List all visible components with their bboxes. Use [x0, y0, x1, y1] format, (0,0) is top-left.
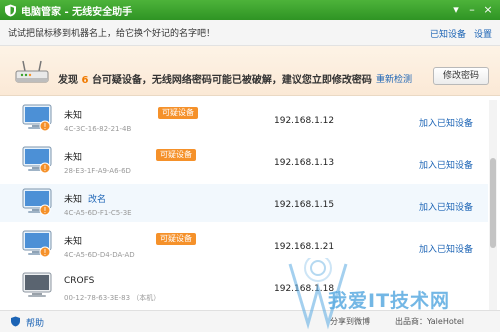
device-name[interactable]: 未知 [64, 234, 82, 247]
suspicious-badge: 可疑设备 [156, 149, 196, 161]
footer-bar: 帮助 分享到微博 出品商：YaleHotel [0, 310, 500, 332]
maker-label: 出品商：YaleHotel [395, 317, 465, 326]
device-name[interactable]: 未知 [64, 108, 82, 121]
device-ip: 192.168.1.15 [274, 200, 335, 210]
suspicious-count: 6 [81, 75, 89, 86]
router-icon [14, 57, 50, 87]
close-button[interactable]: × [480, 2, 496, 18]
warning-monitor-icon: ! [22, 146, 54, 176]
pc-manager-logo-icon [4, 4, 17, 17]
warning-monitor-icon: ! [22, 188, 54, 218]
suspicious-badge: 可疑设备 [156, 233, 196, 245]
warning-monitor-icon: ! [22, 104, 54, 134]
add-known-device-link[interactable]: 加入已知设备 [419, 158, 473, 171]
monitor-icon [22, 272, 54, 302]
menu-dropdown-button[interactable]: ▾ [448, 2, 464, 18]
scrollbar-thumb[interactable] [490, 158, 496, 248]
svg-text:!: ! [43, 206, 46, 215]
minimize-button[interactable]: – [464, 2, 480, 18]
share-weibo-link[interactable]: 分享到微博 [330, 316, 370, 327]
device-row[interactable]: ! 未知 28-E3-1F-A9-A6-6D 可疑设备 192.168.1.13… [0, 142, 488, 180]
device-mac: 00-12-78-63-3E-83 （本机） [64, 294, 161, 302]
svg-text:!: ! [43, 164, 46, 173]
window-title: 电脑管家 - 无线安全助手 [21, 6, 133, 18]
device-ip: 192.168.1.18 [274, 284, 335, 294]
svg-text:!: ! [43, 122, 46, 131]
device-list-scrollbar[interactable] [489, 100, 497, 310]
device-ip: 192.168.1.21 [274, 242, 335, 252]
device-mac: 4C-A5-6D-F1-C5-3E [64, 209, 132, 217]
device-ip: 192.168.1.12 [274, 116, 335, 126]
device-mac: 4C-3C-16-82-21-4B [64, 125, 132, 133]
suspicious-badge: 可疑设备 [158, 107, 198, 119]
device-ip: 192.168.1.13 [274, 158, 335, 168]
device-name[interactable]: 未知 [64, 192, 82, 205]
rename-link[interactable]: 改名 [88, 192, 106, 205]
device-row[interactable]: ! 未知 4C-A5-6D-D4-DA-AD 可疑设备 192.168.1.21… [0, 226, 488, 264]
device-name[interactable]: CROFS [64, 276, 94, 286]
rename-hint-text: 试试把鼠标移到机器名上，给它换个好记的名字吧！ [8, 29, 216, 39]
device-row[interactable]: CROFS 00-12-78-63-3E-83 （本机） 192.168.1.1… [0, 268, 488, 306]
suspicious-devices-message: 发现 6 台可疑设备，无线网络密码可能已被破解，建议您立即修改密码 [58, 71, 372, 86]
device-list: ! 未知 4C-3C-16-82-21-4B 可疑设备 192.168.1.12… [0, 100, 488, 310]
device-name[interactable]: 未知 [64, 150, 82, 163]
change-password-button[interactable]: 修改密码 [433, 67, 489, 85]
device-row[interactable]: ! 未知 改名 4C-A5-6D-F1-C5-3E 192.168.1.15 加… [0, 184, 488, 222]
hint-bar: 试试把鼠标移到机器名上，给它换个好记的名字吧！ 已知设备 设置 [0, 20, 500, 46]
warning-banner: 发现 6 台可疑设备，无线网络密码可能已被破解，建议您立即修改密码 重新检测 修… [0, 46, 500, 96]
warning-monitor-icon: ! [22, 230, 54, 260]
add-known-device-link[interactable]: 加入已知设备 [419, 200, 473, 213]
message-prefix: 发现 [58, 75, 78, 86]
add-known-device-link[interactable]: 加入已知设备 [419, 242, 473, 255]
device-row[interactable]: ! 未知 4C-3C-16-82-21-4B 可疑设备 192.168.1.12… [0, 100, 488, 138]
svg-text:!: ! [43, 248, 46, 257]
add-known-device-link[interactable]: 加入已知设备 [419, 116, 473, 129]
help-link[interactable]: 帮助 [26, 316, 44, 329]
recheck-link[interactable]: 重新检测 [376, 72, 412, 85]
device-mac: 28-E3-1F-A9-A6-6D [64, 167, 131, 175]
device-mac: 4C-A5-6D-D4-DA-AD [64, 251, 135, 259]
title-bar: 电脑管家 - 无线安全助手 ▾ – × [0, 0, 500, 20]
settings-link[interactable]: 设置 [474, 27, 492, 40]
shield-icon [10, 316, 21, 327]
known-devices-link[interactable]: 已知设备 [430, 27, 466, 40]
message-suffix: 台可疑设备，无线网络密码可能已被破解，建议您立即修改密码 [91, 75, 372, 86]
